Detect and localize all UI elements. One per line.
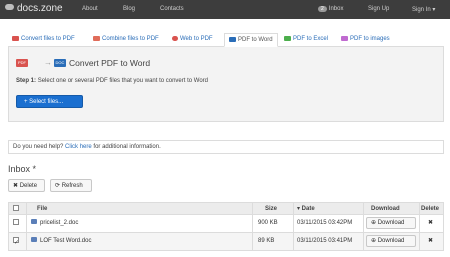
file-name[interactable]: LOF Test Word.doc: [31, 233, 91, 250]
nav-signup[interactable]: Sign Up: [368, 6, 389, 12]
download-icon: ⊕: [371, 238, 377, 244]
word-icon: [229, 37, 236, 42]
converter-tabs: Convert files to PDF Combine files to PD…: [8, 33, 444, 47]
tab-pdf-to-images[interactable]: PDF to images: [341, 33, 390, 47]
cloud-icon: [5, 4, 14, 10]
col-delete: Delete: [421, 206, 440, 212]
file-size: 900 KB: [258, 220, 278, 226]
step-label: Step 1:: [16, 78, 37, 84]
col-date[interactable]: ▾ Date: [297, 203, 315, 214]
doc-file-icon: [31, 237, 37, 242]
file-name[interactable]: pricelist_2.doc: [31, 215, 78, 232]
download-icon: ⊕: [371, 220, 377, 226]
file-name-text: LOF Test Word.doc: [40, 238, 92, 244]
nav-blog[interactable]: Blog: [123, 6, 135, 12]
tab-convert-files-to-pdf[interactable]: Convert files to PDF: [12, 33, 75, 47]
checkbox[interactable]: [13, 219, 19, 225]
file-size: 89 KB: [258, 238, 275, 244]
converter-title: Convert PDF to Word: [69, 58, 151, 68]
file-date: 03/11/2015 03:41PM: [297, 238, 353, 244]
refresh-button[interactable]: ⟳ Refresh: [50, 179, 92, 192]
help-link[interactable]: Click here: [65, 144, 92, 150]
inbox-count-badge: 2: [318, 6, 327, 12]
image-icon: [341, 36, 348, 41]
top-navbar: docs.zone About Blog Contacts 2 Inbox Sig…: [0, 0, 450, 19]
help-box: Do you need help? Click here for additio…: [8, 140, 444, 154]
col-download: Download: [371, 206, 400, 212]
tab-web-to-pdf[interactable]: Web to PDF: [172, 33, 213, 47]
help-text-after: for additional information.: [93, 144, 161, 150]
file-date: 03/11/2015 03:42PM: [297, 220, 353, 226]
tab-label: PDF to Word: [238, 37, 273, 43]
row-checkbox[interactable]: [13, 233, 19, 251]
doc-format-icon: DOC: [54, 59, 66, 67]
file-name-text: pricelist_2.doc: [40, 220, 79, 226]
select-all-checkbox[interactable]: [13, 203, 19, 214]
nav-inbox[interactable]: 2 Inbox: [318, 6, 343, 12]
step-instruction: Step 1: Select one or several PDF files …: [16, 78, 208, 84]
select-files-button[interactable]: + Select files...: [16, 95, 83, 108]
download-label: Download: [377, 220, 405, 226]
download-label: Download: [377, 238, 405, 244]
download-cell: ⊕ Download: [364, 233, 420, 250]
tab-label: Web to PDF: [180, 36, 213, 42]
checkbox[interactable]: [13, 235, 19, 251]
combine-icon: [93, 36, 100, 41]
col-file[interactable]: File: [37, 203, 47, 214]
nav-signin[interactable]: Sign In ▾: [412, 6, 435, 13]
delete-button[interactable]: ✖ Delete: [8, 179, 45, 192]
doc-file-icon: [31, 219, 37, 224]
tab-label: Combine files to PDF: [102, 36, 159, 42]
converter-panel: PDF → DOC Convert PDF to Word Step 1: Se…: [8, 47, 444, 122]
table-header: File Size ▾ Date Download Delete: [8, 202, 444, 215]
table-row: LOF Test Word.doc 89 KB 03/11/2015 03:41…: [8, 233, 444, 251]
help-text: Do you need help?: [13, 144, 64, 150]
nav-contacts[interactable]: Contacts: [160, 6, 184, 12]
inbox-title: Inbox *: [8, 164, 37, 174]
tab-label: Convert files to PDF: [21, 36, 75, 42]
step-text: Select one or several PDF files that you…: [37, 78, 208, 84]
pdf-icon: [12, 36, 19, 41]
globe-icon: [172, 36, 178, 41]
tab-pdf-to-excel[interactable]: PDF to Excel: [284, 33, 328, 47]
download-button[interactable]: ⊕ Download: [366, 217, 416, 229]
tab-label: PDF to images: [350, 36, 390, 42]
tab-pdf-to-word[interactable]: PDF to Word: [224, 33, 278, 47]
checkbox[interactable]: [13, 205, 19, 211]
row-checkbox[interactable]: [13, 215, 19, 232]
col-size[interactable]: Size: [265, 203, 277, 214]
download-cell: ⊕ Download: [364, 215, 420, 232]
nav-about[interactable]: About: [82, 6, 98, 12]
excel-icon: [284, 36, 291, 41]
brand-logo[interactable]: docs.zone: [5, 3, 63, 14]
delete-row-icon[interactable]: ✖: [428, 215, 433, 232]
tab-combine-files-to-pdf[interactable]: Combine files to PDF: [93, 33, 159, 47]
delete-row-icon[interactable]: ✖: [428, 233, 433, 250]
table-row: pricelist_2.doc 900 KB 03/11/2015 03:42P…: [8, 215, 444, 233]
brand-name: docs.zone: [17, 3, 63, 14]
download-button[interactable]: ⊕ Download: [366, 235, 416, 247]
arrow-right-icon: →: [44, 58, 52, 67]
nav-inbox-label: Inbox: [328, 6, 344, 12]
pdf-format-icon: PDF: [16, 59, 28, 67]
tab-label: PDF to Excel: [293, 36, 329, 42]
